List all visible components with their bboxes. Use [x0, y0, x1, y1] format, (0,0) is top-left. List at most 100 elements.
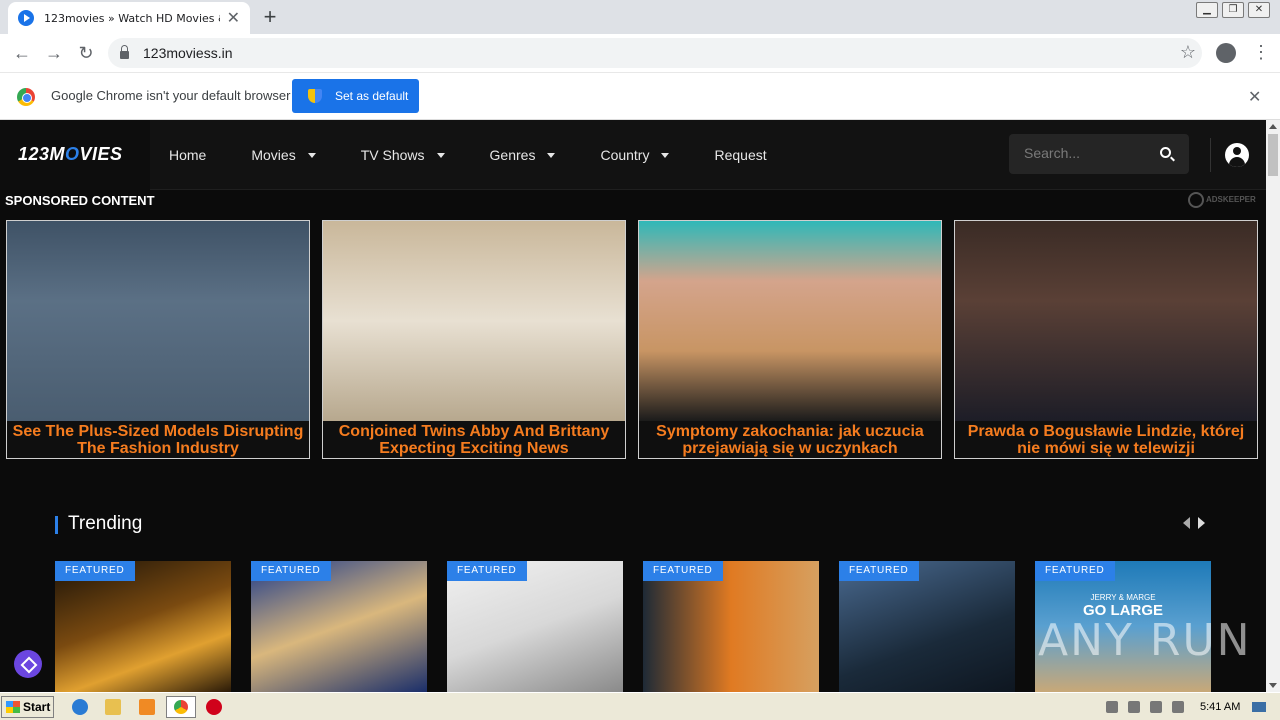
featured-badge: FEATURED — [251, 561, 331, 581]
movie-poster[interactable]: FEATURED — [839, 561, 1015, 692]
featured-badge: FEATURED — [447, 561, 527, 581]
tray-expand-icon[interactable] — [1106, 701, 1118, 713]
windows-taskbar: Start 5:41 AM — [0, 692, 1280, 720]
ad-image[interactable] — [639, 221, 941, 421]
browser-tab[interactable]: 123movies » Watch HD Movies & TV ✕ — [8, 2, 250, 34]
system-tray: 5:41 AM — [1106, 696, 1276, 718]
featured-badge: FEATURED — [643, 561, 723, 581]
caret-down-icon — [436, 152, 445, 158]
chrome-logo-icon — [17, 88, 35, 106]
show-desktop-icon[interactable] — [1252, 702, 1267, 712]
set-as-default-button[interactable]: Set as default — [292, 79, 419, 113]
logo-link[interactable]: 123MOVIES — [0, 120, 150, 190]
window-close-button[interactable]: ✕ — [1248, 2, 1270, 18]
ad-card[interactable]: See The Plus-Sized Models Disrupting The… — [6, 220, 310, 459]
clock[interactable]: 5:41 AM — [1200, 701, 1240, 713]
volume-icon[interactable] — [1128, 701, 1140, 713]
page-scrollbar[interactable] — [1266, 120, 1280, 692]
media-player-icon[interactable] — [139, 699, 155, 715]
caret-down-icon — [307, 152, 316, 158]
lock-icon[interactable] — [120, 45, 129, 59]
search-icon[interactable] — [1160, 147, 1171, 158]
start-button[interactable]: Start — [1, 696, 54, 718]
tab-close-icon[interactable]: ✕ — [227, 8, 240, 28]
site-logo: 123MOVIES — [18, 144, 123, 164]
uac-shield-icon — [308, 89, 322, 103]
ad-title[interactable]: Prawda o Bogusławie Lindzie, której nie … — [955, 422, 1257, 458]
site-search-box — [1009, 134, 1189, 174]
trending-heading: Trending — [68, 513, 143, 534]
caret-down-icon — [661, 152, 670, 158]
profile-avatar-icon[interactable] — [1216, 43, 1236, 63]
nav-request[interactable]: Request — [714, 147, 766, 163]
url-text[interactable]: 123moviess.in — [143, 45, 233, 61]
chrome-menu-icon[interactable]: ⋮ — [1252, 42, 1270, 63]
featured-badge: FEATURED — [839, 561, 919, 581]
network-icon[interactable] — [1150, 701, 1162, 713]
chat-widget-icon[interactable] — [14, 650, 42, 678]
forward-button[interactable]: → — [38, 43, 70, 64]
sponsored-heading: SPONSORED CONTENT — [5, 193, 155, 208]
window-controls: ▁ ❐ ✕ — [1196, 2, 1270, 18]
movie-poster[interactable]: FEATURED — [447, 561, 623, 692]
default-browser-infobar: Google Chrome isn't your default browser… — [0, 72, 1280, 120]
sponsored-ads: See The Plus-Sized Models Disrupting The… — [6, 220, 1258, 459]
ad-title[interactable]: See The Plus-Sized Models Disrupting The… — [7, 422, 309, 458]
adskeeper-logo[interactable]: ADSKEEPER — [1188, 192, 1256, 208]
file-explorer-icon[interactable] — [105, 699, 121, 715]
back-button[interactable]: ← — [6, 43, 38, 64]
infobar-message: Google Chrome isn't your default browser — [51, 88, 291, 103]
windows-logo-icon — [6, 701, 20, 713]
caret-down-icon — [547, 152, 556, 158]
omnibox[interactable]: 123moviess.in ☆ — [108, 38, 1202, 68]
ad-card[interactable]: Symptomy zakochania: jak uczucia przejaw… — [638, 220, 942, 459]
site-favicon-icon — [18, 10, 34, 26]
nav-genres[interactable]: Genres — [490, 147, 556, 163]
movie-poster[interactable]: FEATURED — [251, 561, 427, 692]
reload-button[interactable]: ↻ — [70, 43, 102, 64]
ad-title[interactable]: Conjoined Twins Abby And Brittany Expect… — [323, 422, 625, 458]
scroll-down-icon[interactable] — [1269, 683, 1277, 688]
movie-poster[interactable]: FEATURED — [55, 561, 231, 692]
ad-card[interactable]: Prawda o Bogusławie Lindzie, której nie … — [954, 220, 1258, 459]
set-as-default-label: Set as default — [335, 89, 409, 103]
header-divider — [1210, 138, 1211, 172]
carousel-next-icon[interactable] — [1198, 517, 1205, 529]
ad-card[interactable]: Conjoined Twins Abby And Brittany Expect… — [322, 220, 626, 459]
nav-movies[interactable]: Movies — [251, 147, 316, 163]
scroll-thumb[interactable] — [1268, 134, 1278, 176]
carousel-arrows — [1183, 517, 1205, 529]
featured-badge: FEATURED — [55, 561, 135, 581]
main-nav: Home Movies TV Shows Genres Country Requ… — [169, 120, 812, 190]
tab-title: 123movies » Watch HD Movies & TV — [44, 11, 220, 25]
infobar-close-icon[interactable]: ✕ — [1248, 87, 1261, 107]
restore-button[interactable]: ❐ — [1222, 2, 1244, 18]
webpage: 123MOVIES Home Movies TV Shows Genres Co… — [0, 120, 1266, 692]
anyrun-watermark: ANY RUN — [1038, 615, 1252, 666]
start-label: Start — [23, 700, 51, 714]
nav-tv-shows[interactable]: TV Shows — [361, 147, 445, 163]
bookmark-star-icon[interactable]: ☆ — [1180, 42, 1196, 63]
nav-country[interactable]: Country — [600, 147, 670, 163]
ad-image[interactable] — [7, 221, 309, 421]
site-header: 123MOVIES Home Movies TV Shows Genres Co… — [0, 120, 1266, 190]
nav-home[interactable]: Home — [169, 147, 206, 163]
opera-icon[interactable] — [206, 699, 222, 715]
chrome-taskbar-icon[interactable] — [166, 696, 196, 718]
featured-badge: FEATURED — [1035, 561, 1115, 581]
action-center-flag-icon[interactable] — [1172, 701, 1184, 713]
new-tab-button[interactable]: + — [258, 4, 282, 30]
movie-poster[interactable]: FEATURED — [643, 561, 819, 692]
poster-tagline: JERRY & MARGE — [1090, 593, 1156, 602]
ad-image[interactable] — [955, 221, 1257, 421]
search-input[interactable] — [1024, 145, 1144, 161]
carousel-prev-icon[interactable] — [1183, 517, 1190, 529]
internet-explorer-icon[interactable] — [72, 699, 88, 715]
scroll-up-icon[interactable] — [1269, 124, 1277, 129]
ad-image[interactable] — [323, 221, 625, 421]
user-account-icon[interactable] — [1225, 143, 1249, 167]
section-accent-bar — [55, 516, 58, 534]
address-toolbar: ← → ↻ 123moviess.in ☆ ⋮ — [0, 34, 1280, 72]
minimize-button[interactable]: ▁ — [1196, 2, 1218, 18]
ad-title[interactable]: Symptomy zakochania: jak uczucia przejaw… — [639, 422, 941, 458]
